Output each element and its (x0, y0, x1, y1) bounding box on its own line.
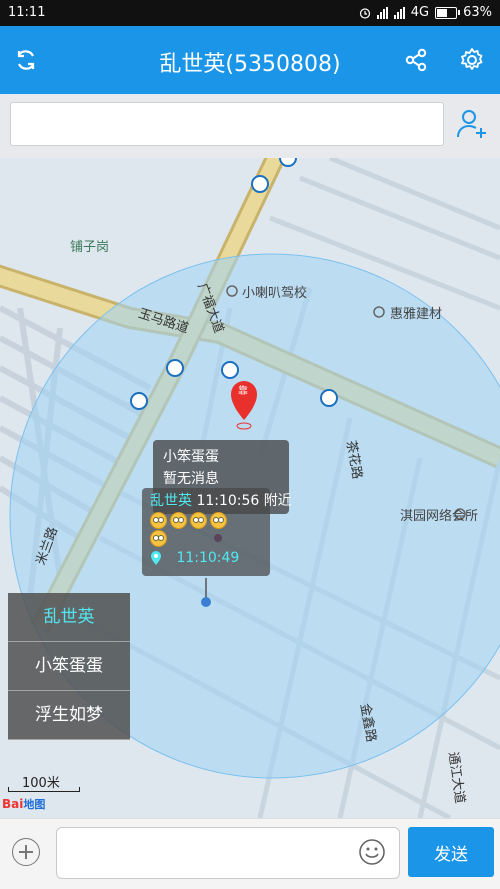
baidu-logo-text: Bai (2, 797, 24, 811)
self-time: 11:10:56 (196, 493, 260, 509)
emoji-icon (190, 512, 207, 529)
composer-bar: 发送 (0, 818, 500, 889)
smiley-icon (359, 839, 385, 865)
signal-icon-2 (393, 6, 405, 19)
user-list-item[interactable]: 浮生如梦 (8, 691, 130, 740)
friend-message: 暂无消息 (163, 471, 219, 487)
battery-icon (435, 6, 461, 19)
send-button[interactable]: 发送 (408, 827, 494, 877)
emoji-icon (150, 530, 167, 547)
signal-icon (376, 6, 388, 19)
self-info-popup[interactable]: 乱世英 11:10:56 附近 11:10:49 (142, 488, 292, 576)
share-button[interactable] (400, 44, 432, 76)
add-user-icon (457, 110, 486, 138)
self-name: 乱世英 (150, 493, 192, 509)
status-indicators: 4G 63% (359, 5, 492, 20)
baidu-logo-text-2: 地图 (23, 798, 46, 811)
friend-name: 小笨蛋蛋 (163, 449, 219, 465)
alarm-icon (359, 7, 370, 19)
scale-bar (8, 787, 80, 792)
marker-glyph: 靠 (238, 386, 248, 397)
message-input[interactable] (56, 827, 400, 879)
place-label-building-materials: 惠雅建材 (390, 307, 443, 322)
status-bar: 11:11 4G 63% (0, 0, 500, 26)
gear-icon (461, 48, 483, 70)
user-list-item[interactable]: 小笨蛋蛋 (8, 642, 130, 691)
user-list: 乱世英 小笨蛋蛋 浮生如梦 (8, 593, 130, 740)
search-input[interactable] (10, 102, 444, 146)
battery-percent: 63% (463, 5, 492, 20)
self-note: 附近 (263, 493, 292, 509)
search-row (0, 94, 500, 158)
emoji-icon (150, 512, 167, 529)
emoji-icon (210, 512, 227, 529)
place-label-driving-school: 小喇叭驾校 (242, 286, 308, 301)
settings-button[interactable] (456, 44, 488, 76)
title-bar: 乱世英(5350808) (0, 26, 500, 94)
network-type: 4G (410, 5, 430, 20)
status-time: 11:11 (8, 5, 46, 20)
place-label-internet-cafe: 淇园网络会所 (400, 509, 479, 524)
pin-icon (151, 551, 161, 565)
emoji-icon (170, 512, 187, 529)
emoji-button[interactable] (358, 838, 386, 866)
emoji-row-2 (150, 530, 170, 551)
place-label-puzigang: 铺子岗 (70, 240, 110, 255)
pin-time: 11:10:49 (176, 550, 240, 566)
user-list-item[interactable]: 乱世英 (8, 593, 130, 642)
add-user-button[interactable] (454, 106, 490, 142)
baidu-logo: Bai地图 (2, 796, 45, 812)
share-icon (405, 48, 427, 72)
plus-button[interactable] (12, 838, 40, 866)
